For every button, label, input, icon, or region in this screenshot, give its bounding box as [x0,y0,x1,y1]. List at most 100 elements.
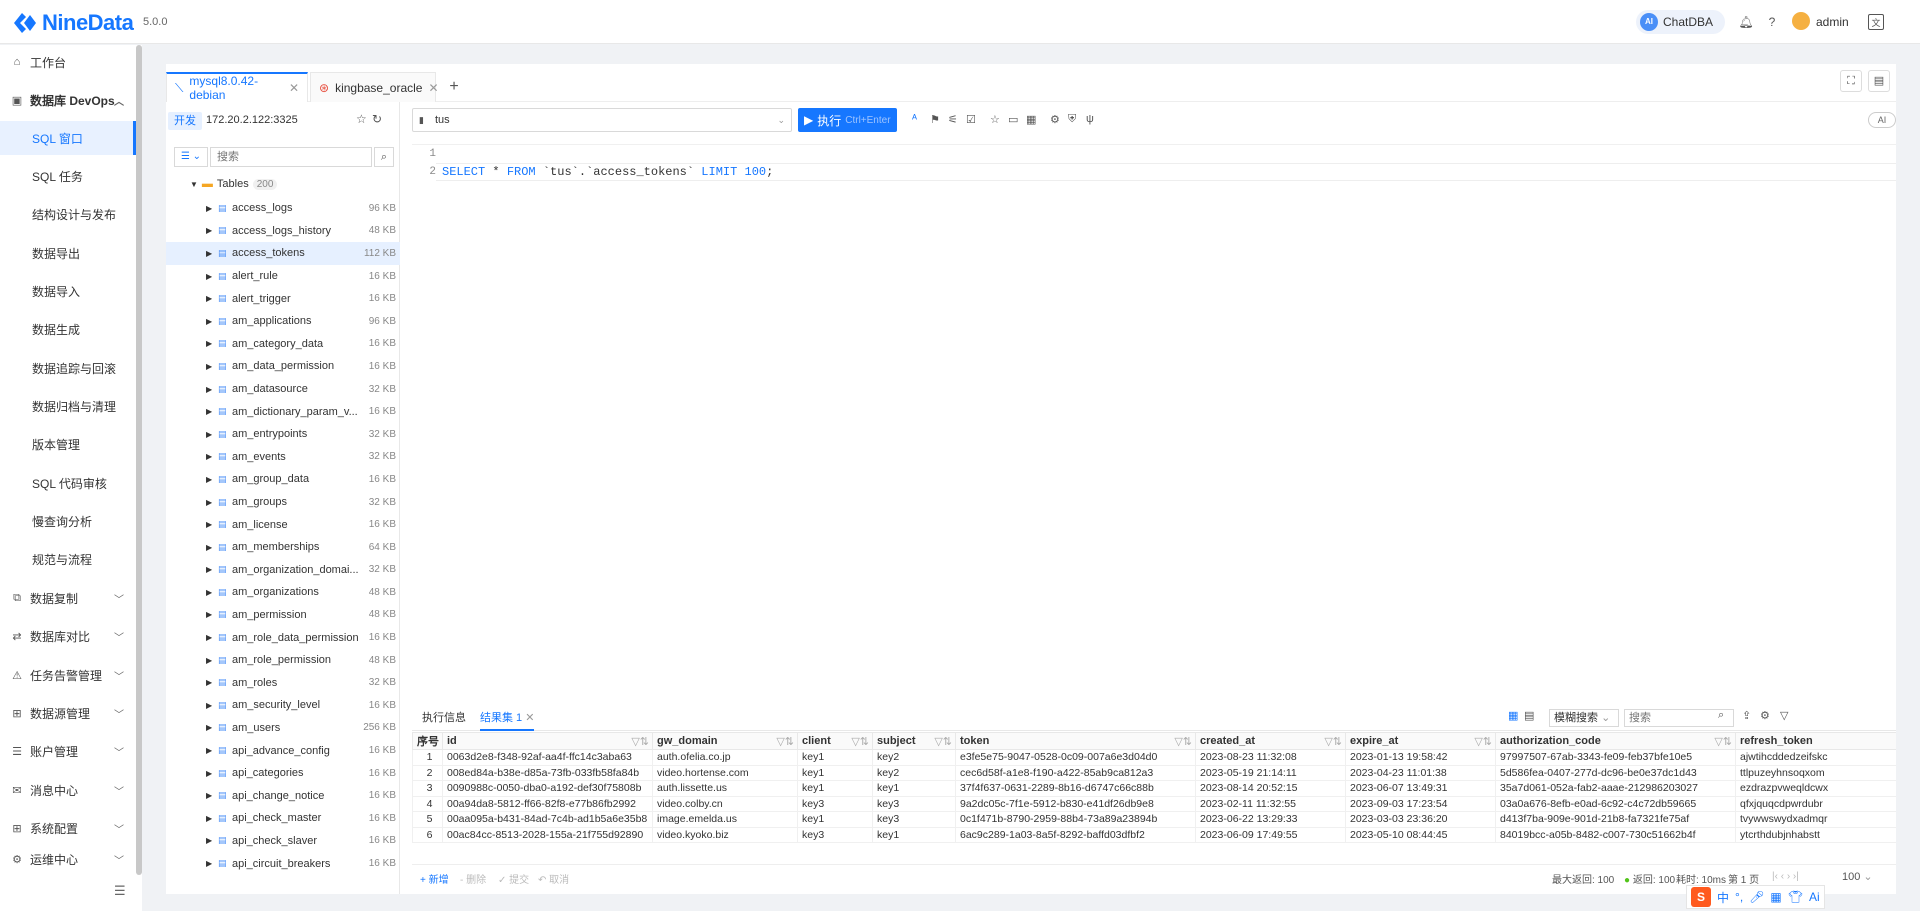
table-cell[interactable]: qfxjquqcdpwrdubr [1735,795,1896,812]
caret-right-icon[interactable]: ▶ [206,701,212,710]
caret-right-icon[interactable]: ▶ [206,656,212,665]
table-cell[interactable]: 5d586fea-0407-277d-dc96-be0e37dc1d43 [1495,764,1736,781]
caret-right-icon[interactable]: ▶ [206,294,212,303]
tree-item-am_organizations[interactable]: ▶ ▤ am_organizations 48 KB [166,581,400,604]
filter-sort-icon[interactable]: ▽⇅ [1714,735,1734,748]
tree-item-am_group_data[interactable]: ▶ ▤ am_group_data 16 KB [166,468,400,491]
sidebar-item-data-tracking[interactable]: 数据追踪与回滚 [0,351,136,385]
fullscreen-icon[interactable]: ⛶ [1840,70,1862,92]
caret-right-icon[interactable]: ▶ [206,498,212,507]
sidebar-item-replication[interactable]: ⧉ 数据复制 ﹀ [0,581,136,615]
form-view-icon[interactable]: ▤ [1524,709,1534,722]
tab-result-set[interactable]: 结果集 1 ✕ [480,709,535,731]
table-row[interactable]: 5 00aa095a-b431-84ad-7c4b-ad1b5a6e35b8 ima… [412,811,1896,828]
tree-item-am_role_permission[interactable]: ▶ ▤ am_role_permission 48 KB [166,649,400,672]
tree-item-am_category_data[interactable]: ▶ ▤ am_category_data 16 KB [166,333,400,356]
export-icon[interactable]: ⇪ [1742,709,1751,722]
table-cell[interactable]: auth.lissette.us [652,780,798,797]
caret-right-icon[interactable]: ▶ [206,272,212,281]
table-cell[interactable]: 3 [412,780,443,797]
run-button[interactable]: ▶ 执行 Ctrl+Enter [798,108,897,132]
ime-toolbar[interactable]: S 中 °, 🎤︎ ▦ 👕︎ Ai [1686,885,1825,909]
column-header[interactable]: refresh_token ▽⇅ [1735,732,1896,750]
table-cell[interactable]: 5 [412,811,443,828]
table-cell[interactable]: key1 [797,780,873,797]
table-cell[interactable]: 2023-03-03 23:36:20 [1345,811,1496,828]
tree-item-api_change_notice[interactable]: ▶ ▤ api_change_notice 16 KB [166,784,400,807]
star-icon[interactable]: ☆ [356,112,367,126]
format-icon[interactable]: ⚑ [930,113,940,126]
sql-line-2[interactable]: SELECT * FROM `tus`.`access_tokens` LIMI… [442,163,773,181]
search-mode-select[interactable]: 模糊搜索 ⌄ [1549,709,1619,727]
table-cell[interactable]: key3 [797,795,873,812]
table-cell[interactable]: image.emelda.us [652,811,798,828]
table-cell[interactable]: ytcrthdubjnhabstt [1735,826,1896,843]
table-cell[interactable]: 00ac84cc-8513-2028-155a-21f755d92890 [442,826,653,843]
table-cell[interactable]: 2023-08-23 11:32:08 [1195,749,1346,766]
table-cell[interactable]: key1 [797,811,873,828]
table-cell[interactable]: 2023-05-19 21:14:11 [1195,764,1346,781]
filter-dropdown[interactable]: ☰ ⌄ [174,147,208,167]
tree-item-am_permission[interactable]: ▶ ▤ am_permission 48 KB [166,604,400,627]
tree-item-access_logs_history[interactable]: ▶ ▤ access_logs_history 48 KB [166,220,400,243]
caret-right-icon[interactable]: ▶ [206,543,212,552]
tree-item-am_license[interactable]: ▶ ▤ am_license 16 KB [166,513,400,536]
caret-right-icon[interactable]: ▶ [206,520,212,529]
tree-item-am_applications[interactable]: ▶ ▤ am_applications 96 KB [166,310,400,333]
delete-row-button[interactable]: - 删除 [460,871,486,886]
sidebar-item-compare[interactable]: ⇄ 数据库对比 ﹀ [0,619,136,653]
tree-item-am_role_data_permission[interactable]: ▶ ▤ am_role_data_permission 16 KB [166,626,400,649]
close-icon[interactable]: ✕ [289,81,299,95]
sidebar-item-version[interactable]: 版本管理 [0,427,136,461]
tree-item-api_categories[interactable]: ▶ ▤ api_categories 16 KB [166,762,400,785]
caret-right-icon[interactable]: ▶ [206,633,212,642]
tree-item-api_check_slaver[interactable]: ▶ ▤ api_check_slaver 16 KB [166,830,400,853]
caret-right-icon[interactable]: ▶ [206,565,212,574]
tab-mysql[interactable]: ⟍ mysql8.0.42-debian ✕ [166,72,308,102]
table-cell[interactable]: ttlpuzeyhnsoqxom [1735,764,1896,781]
add-tab-icon[interactable]: + [442,76,466,98]
sidebar-item-devops[interactable]: ▣ 数据库 DevOps ︿ [0,83,136,117]
language-icon[interactable]: 文 [1868,14,1884,30]
layout-icon[interactable]: ▤ [1868,70,1890,92]
history-icon[interactable]: ▦ [1026,113,1036,126]
table-cell[interactable]: 0090988c-0050-dba0-a192-def30f75808b [442,780,653,797]
sidebar-item-sql-review[interactable]: SQL 代码审核 [0,466,136,500]
table-cell[interactable]: key3 [872,811,956,828]
table-cell[interactable]: 9a2dc05c-7f1e-5912-b830-e41df26db9e8 [955,795,1196,812]
explain-sql-icon[interactable]: ᴬ [912,113,917,125]
table-cell[interactable]: 97997507-67ab-3343-fe09-feb37bfe10e5 [1495,749,1736,766]
column-header[interactable]: client ▽⇅ [797,732,873,750]
ai-toggle[interactable]: AI [1868,112,1896,128]
table-cell[interactable]: ajwtihcddedzeifskc [1735,749,1896,766]
caret-right-icon[interactable]: ▶ [206,836,212,845]
filter-sort-icon[interactable]: ▽⇅ [631,735,651,748]
table-cell[interactable]: 1 [412,749,443,766]
tree-item-am_dictionary_param_v[interactable]: ▶ ▤ am_dictionary_param_v... 16 KB [166,400,400,423]
column-header[interactable]: subject ▽⇅ [872,732,956,750]
collapse-sidebar-icon[interactable]: ☰ [114,883,126,899]
caret-right-icon[interactable]: ▶ [206,385,212,394]
tab-kingbase[interactable]: ⊛ kingbase_oracle ✕ [310,72,439,102]
caret-right-icon[interactable]: ▶ [206,814,212,823]
filter-sort-icon[interactable]: ▽⇅ [934,735,954,748]
filter-sort-icon[interactable]: ▽⇅ [851,735,871,748]
sidebar-item-data-generate[interactable]: 数据生成 [0,312,136,346]
sidebar-item-sql-task[interactable]: SQL 任务 [0,159,136,193]
table-cell[interactable]: 6ac9c289-1a03-8a5f-8292-baffd03dfbf2 [955,826,1196,843]
tree-root-tables[interactable]: ▼ ▬ Tables 200 [190,178,278,190]
tab-execution-info[interactable]: 执行信息 [422,709,466,731]
sidebar-item-data-export[interactable]: 数据导出 [0,236,136,270]
table-cell[interactable]: 37f4f637-0631-2289-8b16-d6747c66c88b [955,780,1196,797]
app-logo[interactable]: NineData [12,10,134,36]
sidebar-item-ops[interactable]: ⚙︎ 运维中心 ﹀ [0,849,136,869]
table-cell[interactable]: key1 [797,749,873,766]
table-cell[interactable]: 2023-02-11 11:32:55 [1195,795,1346,812]
table-cell[interactable]: 2023-05-10 08:44:45 [1345,826,1496,843]
check-icon[interactable]: ☑ [966,113,976,126]
table-cell[interactable]: d413f7ba-909e-901d-21b8-fa7321fe75af [1495,811,1736,828]
table-cell[interactable]: key1 [872,826,956,843]
caret-right-icon[interactable]: ▶ [206,723,212,732]
column-header[interactable]: id ▽⇅ [442,732,653,750]
table-cell[interactable]: 2023-01-13 19:58:42 [1345,749,1496,766]
